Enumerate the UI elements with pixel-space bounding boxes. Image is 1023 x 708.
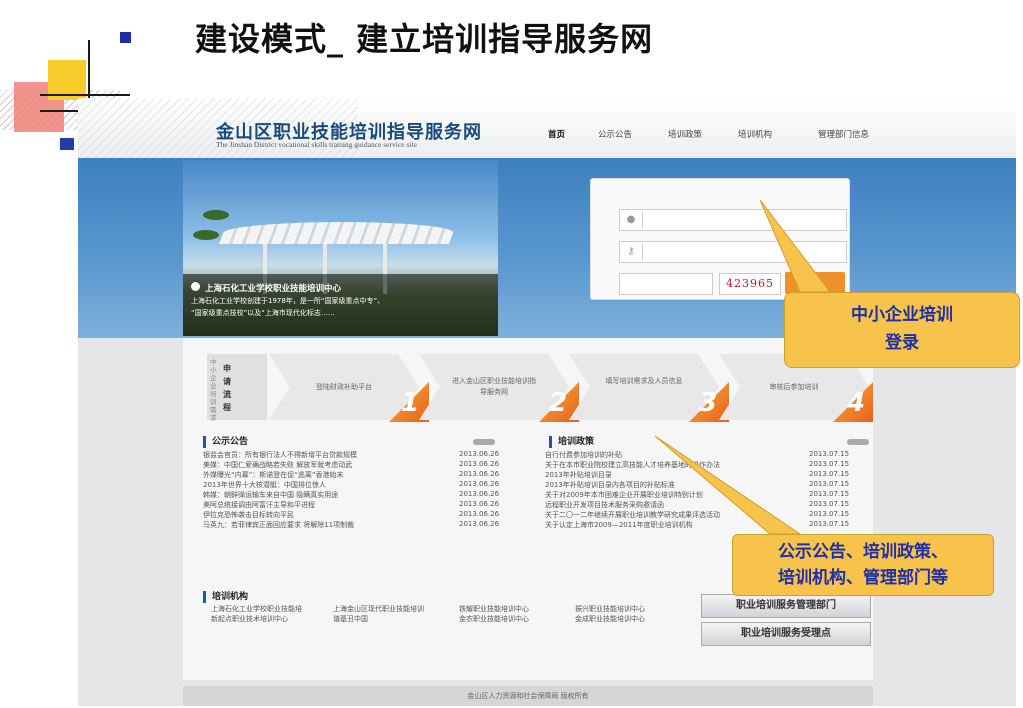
callout-login: 中小企业培训 登录: [784, 292, 1020, 368]
callout-line: 登录: [885, 333, 919, 353]
callout-sections: 公示公告、培训政策、 培训机构、管理部门等: [732, 534, 994, 596]
callout-pointer-login: [759, 199, 832, 293]
callout-pointer-sections: [654, 435, 802, 535]
callout-line: 中小企业培训: [851, 305, 953, 325]
callout-line: 公示公告、培训政策、: [778, 542, 948, 562]
callout-line: 培训机构、管理部门等: [778, 568, 948, 588]
